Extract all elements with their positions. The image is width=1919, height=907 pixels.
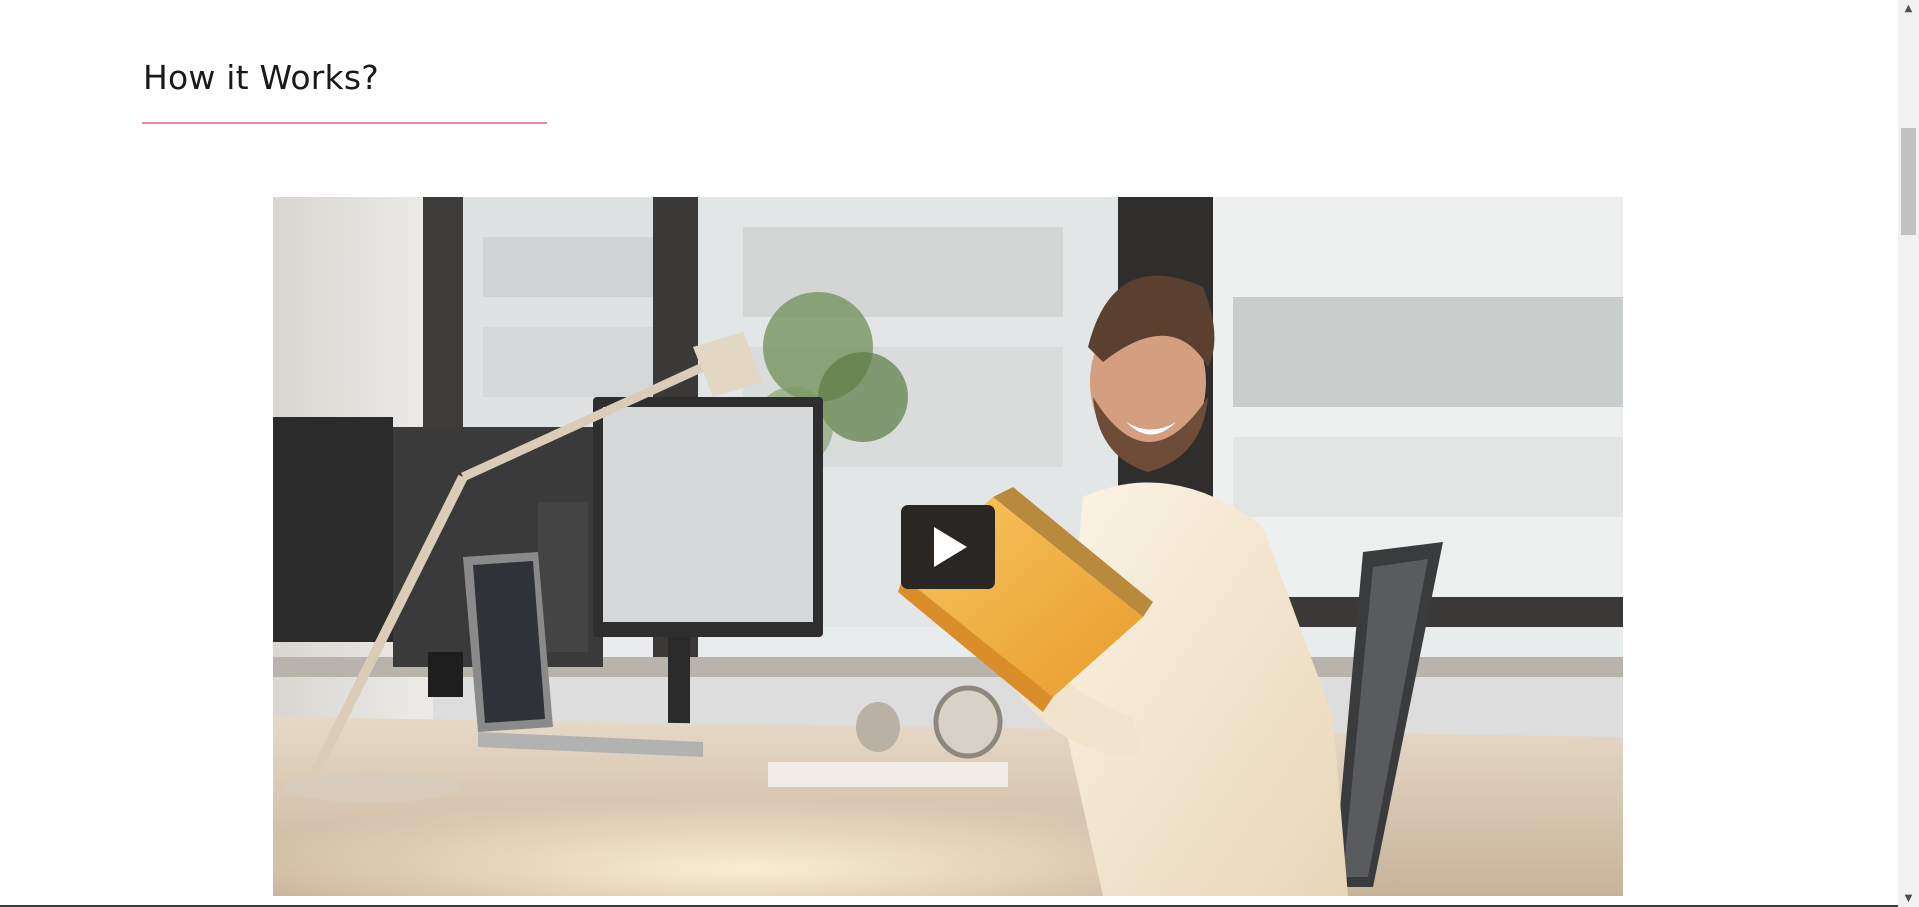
section-heading: How it Works? <box>143 58 379 97</box>
scrollbar-thumb[interactable] <box>1901 128 1916 235</box>
scroll-down-icon[interactable]: ▼ <box>1898 890 1919 907</box>
heading-underline <box>142 122 547 124</box>
scroll-up-icon[interactable]: ▲ <box>1898 0 1919 17</box>
page: How it Works? <box>0 0 1898 907</box>
play-button[interactable] <box>901 505 995 589</box>
play-icon <box>934 527 967 567</box>
video-player[interactable] <box>273 197 1623 896</box>
vertical-scrollbar[interactable]: ▲ ▼ <box>1898 0 1919 907</box>
